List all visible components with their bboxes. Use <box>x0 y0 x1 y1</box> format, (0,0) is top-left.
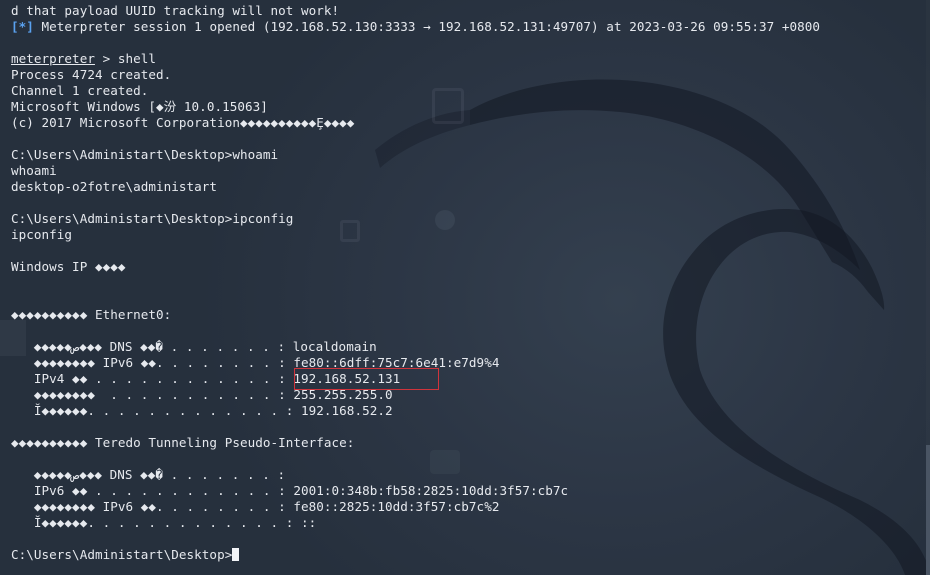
command-prompt-line[interactable]: C:\Users\Administart\Desktop> <box>11 547 930 563</box>
terminal-line: IPv6 ◆◆ . . . . . . . . . . . . : 2001:0… <box>11 483 930 499</box>
line-text: Windows IP ◆◆◆◆ <box>11 259 126 274</box>
terminal-line: ◆◆◆◆◆◆◆◆◆◆ Ethernet0: <box>11 307 930 323</box>
line-text: ◆◆◆◆◆◆◆◆◆◆ Ethernet0: <box>11 307 172 322</box>
line-text: C:\Users\Administart\Desktop>whoami <box>11 147 279 162</box>
line-text: d that payload UUID tracking will not wo… <box>11 3 340 18</box>
line-text: Microsoft Windows [◆汾 10.0.15063] <box>11 99 268 114</box>
terminal-line: C:\Users\Administart\Desktop>ipconfig <box>11 211 930 227</box>
line-text: Meterpreter session 1 opened (192.168.52… <box>33 19 821 34</box>
terminal-line: ipconfig <box>11 227 930 243</box>
ipv4-address-highlight <box>294 368 439 390</box>
line-text: Ĭ◆◆◆◆◆◆. . . . . . . . . . . . . : :: <box>11 515 317 530</box>
line-text: whoami <box>11 163 57 178</box>
line-text: Process 4724 created. <box>11 67 172 82</box>
terminal-line: Ĭ◆◆◆◆◆◆. . . . . . . . . . . . . : :: <box>11 515 930 531</box>
terminal-line: d that payload UUID tracking will not wo… <box>11 3 930 19</box>
scrollbar-thumb[interactable] <box>926 445 930 575</box>
line-text: desktop-o2fotre\administart <box>11 179 218 194</box>
line-text: C:\Users\Administart\Desktop>ipconfig <box>11 211 294 226</box>
terminal-line: [*] Meterpreter session 1 opened (192.16… <box>11 19 930 35</box>
cmd-prompt: C:\Users\Administart\Desktop> <box>11 547 233 562</box>
terminal-line: desktop-o2fotre\administart <box>11 179 930 195</box>
terminal-line: ◆◆◆◆◆◆◆◆◆◆ Teredo Tunneling Pseudo-Inter… <box>11 435 930 451</box>
text-cursor <box>232 548 240 561</box>
terminal-line: C:\Users\Administart\Desktop>whoami <box>11 147 930 163</box>
terminal-line: Channel 1 created. <box>11 83 930 99</box>
terminal-output[interactable]: d that payload UUID tracking will not wo… <box>0 0 930 575</box>
line-text: > shell <box>94 51 157 66</box>
line-text: ◆◆◆◆◆ص◆◆◆ DNS ◆◆� . . . . . . . : locald… <box>11 339 377 354</box>
terminal-line: Process 4724 created. <box>11 67 930 83</box>
line-text: Channel 1 created. <box>11 83 149 98</box>
line-text: ◆◆◆◆◆◆◆◆◆◆ Teredo Tunneling Pseudo-Inter… <box>11 435 355 450</box>
terminal-line: IPv4 ◆◆ . . . . . . . . . . . . : 192.16… <box>11 371 930 387</box>
meterpreter-prompt: meterpreter <box>11 51 95 66</box>
terminal-line: ◆◆◆◆◆◆◆◆ . . . . . . . . . . . : 255.255… <box>11 387 930 403</box>
terminal-line: Ĭ◆◆◆◆◆◆. . . . . . . . . . . . . : 192.1… <box>11 403 930 419</box>
line-text: Ĭ◆◆◆◆◆◆. . . . . . . . . . . . . : 192.1… <box>11 403 393 418</box>
terminal-line: ◆◆◆◆◆◆◆◆ IPv6 ◆◆. . . . . . . . : fe80::… <box>11 355 930 371</box>
terminal-line: ◆◆◆◆◆ص◆◆◆ DNS ◆◆� . . . . . . . : <box>11 467 930 483</box>
info-tag: [*] <box>11 19 34 34</box>
line-text: IPv6 ◆◆ . . . . . . . . . . . . : 2001:0… <box>11 483 569 498</box>
terminal-line: (c) 2017 Microsoft Corporation◆◆◆◆◆◆◆◆◆◆… <box>11 115 930 131</box>
line-text: (c) 2017 Microsoft Corporation◆◆◆◆◆◆◆◆◆◆… <box>11 115 355 130</box>
terminal-scrollbar[interactable] <box>926 0 930 575</box>
line-text: ipconfig <box>11 227 73 242</box>
terminal-line: ◆◆◆◆◆ص◆◆◆ DNS ◆◆� . . . . . . . : locald… <box>11 339 930 355</box>
terminal-line: meterpreter > shell <box>11 51 930 67</box>
line-text: ◆◆◆◆◆ص◆◆◆ DNS ◆◆� . . . . . . . : <box>11 467 286 482</box>
line-text: ◆◆◆◆◆◆◆◆ IPv6 ◆◆. . . . . . . . : fe80::… <box>11 499 500 514</box>
terminal-line: Windows IP ◆◆◆◆ <box>11 259 930 275</box>
terminal-line: ◆◆◆◆◆◆◆◆ IPv6 ◆◆. . . . . . . . : fe80::… <box>11 499 930 515</box>
terminal-line: whoami <box>11 163 930 179</box>
terminal-line: Microsoft Windows [◆汾 10.0.15063] <box>11 99 930 115</box>
